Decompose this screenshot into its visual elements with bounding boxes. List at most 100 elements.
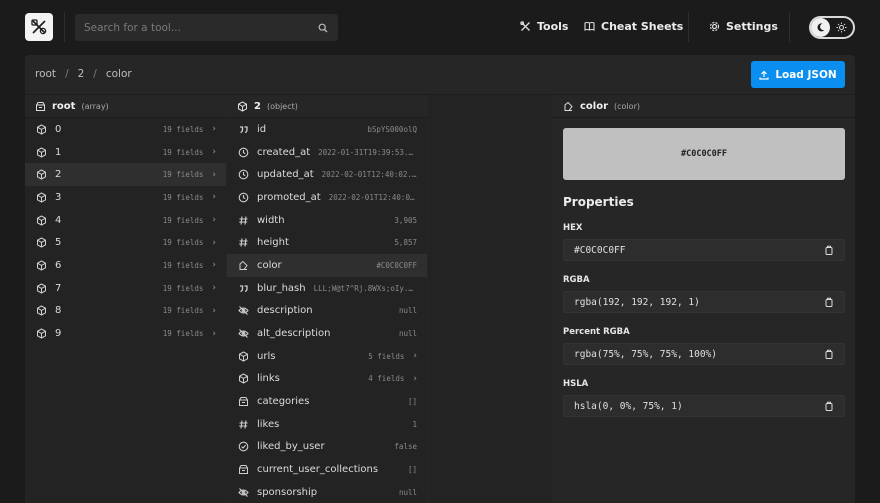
chevron-right-icon: › <box>212 237 216 248</box>
nav-tools-label: Tools <box>537 20 569 33</box>
cube-icon <box>35 259 47 271</box>
search-icon[interactable] <box>317 22 329 34</box>
property-value[interactable]: rgba(75%, 75%, 75%, 100%) <box>574 349 824 360</box>
search-input[interactable] <box>84 21 317 34</box>
item-key: 2 <box>55 169 62 181</box>
cube-icon <box>238 100 247 112</box>
list-item[interactable]: width 3,905 <box>227 209 427 232</box>
chevron-right-icon: › <box>212 305 216 316</box>
list-item[interactable]: sponsorship null <box>227 481 427 503</box>
item-value: null <box>398 487 417 497</box>
item-key: blur_hash <box>257 282 306 294</box>
list-item[interactable]: description null <box>227 300 427 323</box>
breadcrumb-item-color[interactable]: color <box>106 68 132 80</box>
column-root: root (array) 0 19 fields › 1 19 fields › 2 19 f… <box>25 95 226 503</box>
item-value: [] <box>407 397 417 407</box>
list-item[interactable]: promoted_at 2022-02-01T12:40:0... <box>227 186 427 209</box>
list-item[interactable]: 8 19 fields › <box>25 300 226 323</box>
array-icon <box>36 101 45 111</box>
app-logo[interactable] <box>25 13 53 41</box>
breadcrumb-item-2[interactable]: 2 <box>78 68 85 80</box>
chevron-right-icon: › <box>212 260 216 271</box>
list-item[interactable]: categories [] <box>227 390 427 413</box>
list-item[interactable]: 2 19 fields › <box>25 163 226 187</box>
list-item[interactable]: height 5,857 <box>227 231 427 254</box>
list-item[interactable]: links 4 fields › <box>227 368 427 391</box>
list-item[interactable]: updated_at 2022-02-01T12:40:02... <box>227 163 427 186</box>
upload-icon <box>759 70 769 80</box>
item-value: null <box>398 329 417 339</box>
hash-icon <box>237 418 249 430</box>
item-key: color <box>257 259 282 271</box>
copy-icon[interactable] <box>824 245 834 255</box>
list-item[interactable]: 7 19 fields › <box>25 277 226 300</box>
column-header: root (array) <box>25 95 226 118</box>
item-value: 19 fields <box>162 260 204 270</box>
list-item[interactable]: created_at 2022-01-31T19:39:53... <box>227 141 427 164</box>
nav-cheat-sheets[interactable]: Cheat Sheets <box>584 20 683 33</box>
item-value: #C0C0C0FF <box>376 260 417 270</box>
item-key: promoted_at <box>257 191 321 203</box>
nav-tools[interactable]: Tools <box>520 20 568 33</box>
list-item[interactable]: 6 19 fields › <box>25 254 226 277</box>
list-item[interactable]: id bSpYS000olQ <box>227 118 427 141</box>
list-item[interactable]: alt_description null <box>227 322 427 345</box>
properties-title: Properties <box>563 195 634 209</box>
item-value: 19 fields <box>162 192 204 202</box>
list-item[interactable]: color #C0C0C0FF <box>227 254 427 277</box>
theme-toggle[interactable] <box>809 16 855 39</box>
item-key: liked_by_user <box>257 441 325 453</box>
item-key: 1 <box>55 146 62 158</box>
list-item[interactable]: 0 19 fields › <box>25 118 226 141</box>
tray-icon <box>237 464 249 476</box>
property-value-field[interactable]: rgba(192, 192, 192, 1) <box>563 291 845 313</box>
item-value: null <box>398 306 417 316</box>
item-key: alt_description <box>257 328 331 340</box>
quote-icon <box>237 282 249 294</box>
item-key: links <box>257 373 280 385</box>
copy-icon[interactable] <box>824 349 834 359</box>
list-item[interactable]: likes 1 <box>227 413 427 436</box>
property-value[interactable]: #C0C0C0FF <box>574 245 824 256</box>
nav-settings[interactable]: Settings <box>709 20 778 33</box>
list-item[interactable]: 3 19 fields › <box>25 186 226 209</box>
list-item[interactable]: current_user_collections [] <box>227 458 427 481</box>
list-item[interactable]: 5 19 fields › <box>25 231 226 254</box>
property-value[interactable]: rgba(192, 192, 192, 1) <box>574 297 824 308</box>
breadcrumb-separator: / <box>93 68 97 80</box>
cube-icon <box>35 328 47 340</box>
book-icon <box>584 21 595 31</box>
copy-icon[interactable] <box>824 297 834 307</box>
item-key: urls <box>257 350 276 362</box>
list-item[interactable]: liked_by_user false <box>227 436 427 459</box>
item-value: LLL;W@t7^Rj.8WXs;oIy... <box>313 283 417 293</box>
item-value: 4 fields <box>368 374 405 384</box>
item-key: 5 <box>55 237 62 249</box>
item-key: likes <box>257 418 280 430</box>
eye-off-icon <box>237 328 249 340</box>
list-item[interactable]: urls 5 fields › <box>227 345 427 368</box>
item-key: created_at <box>257 146 311 158</box>
property-value-field[interactable]: rgba(75%, 75%, 75%, 100%) <box>563 343 845 365</box>
list-item[interactable]: 9 19 fields › <box>25 322 226 345</box>
property-value-field[interactable]: #C0C0C0FF <box>563 239 845 261</box>
clock-icon <box>237 169 249 181</box>
header-divider <box>688 12 689 42</box>
load-json-button[interactable]: Load JSON <box>751 61 845 88</box>
copy-icon[interactable] <box>824 401 834 411</box>
tools-icon <box>520 21 530 31</box>
breadcrumb-root[interactable]: root <box>35 68 56 80</box>
list-item[interactable]: blur_hash LLL;W@t7^Rj.8WXs;oIy... <box>227 277 427 300</box>
property-value[interactable]: hsla(0, 0%, 75%, 1) <box>574 401 824 412</box>
chevron-right-icon: › <box>413 351 417 362</box>
property-value-field[interactable]: hsla(0, 0%, 75%, 1) <box>563 395 845 417</box>
list-item[interactable]: 1 19 fields › <box>25 141 226 164</box>
item-value: 5 fields <box>368 351 405 361</box>
clock-icon <box>237 191 249 203</box>
header-divider <box>789 12 790 42</box>
breadcrumb-separator: / <box>65 68 69 80</box>
tool-search[interactable] <box>75 14 338 41</box>
list-item[interactable]: 4 19 fields › <box>25 209 226 232</box>
column-title: root <box>52 100 76 112</box>
quote-icon <box>237 123 249 135</box>
